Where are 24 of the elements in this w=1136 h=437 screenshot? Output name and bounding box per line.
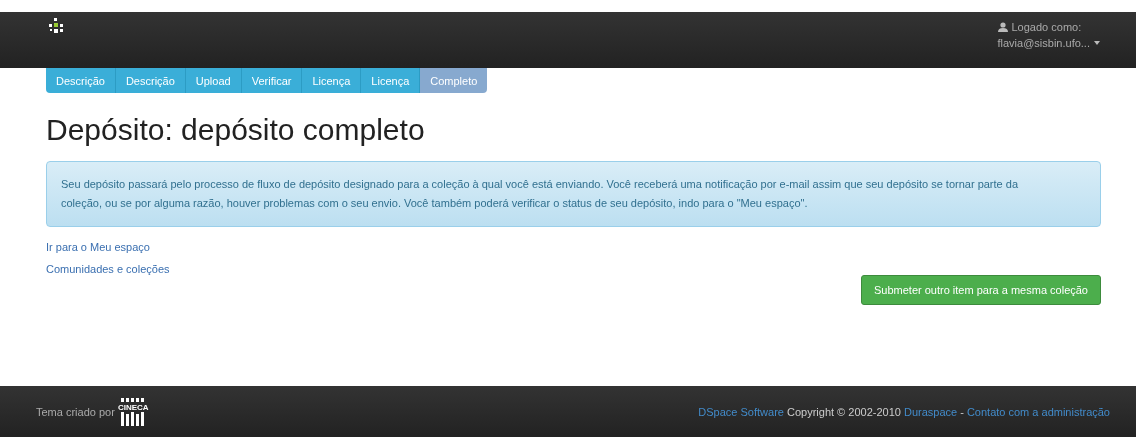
copyright-text: DSpace Software Copyright © 2002-2010 Duraspace - Contato com a administração bbox=[698, 405, 1110, 418]
theme-credit: Tema criado por bbox=[36, 405, 115, 418]
cineca-logo: CINECA bbox=[117, 397, 149, 426]
caret-icon bbox=[1094, 41, 1100, 45]
username: flavia@sisbin.ufo... bbox=[997, 36, 1090, 51]
dspace-link[interactable]: DSpace Software bbox=[698, 405, 784, 418]
page-title: Depósito: depósito completo bbox=[46, 113, 426, 147]
user-menu[interactable]: Logado como: flavia@sisbin.ufo... bbox=[997, 19, 1100, 51]
contact-link[interactable]: Contato com a administração bbox=[966, 405, 1110, 418]
nav-link[interactable]: Comunidades e coleções bbox=[46, 263, 1101, 275]
step-tab[interactable]: Licença bbox=[361, 68, 421, 93]
user-icon bbox=[997, 22, 1008, 32]
login-label: Logado como: bbox=[1011, 20, 1082, 35]
submit-button[interactable]: Submeter outro item para a mesma coleção bbox=[861, 275, 1101, 305]
duraspace-link[interactable]: Duraspace bbox=[903, 405, 958, 418]
info-alert: Seu depósito passará pelo processo de fluxo de depósito designado para a coleção à qual você está enviando. Você receberá uma notificação por e-mail assim que seu depósito se tornar parte da coleção, ou se por alguma razão, houver problemas com o seu envio. Você também poderá verificar o status de seu depósito, indo para o "Meu espaço". bbox=[46, 161, 1101, 227]
step-tab[interactable]: Descrição bbox=[115, 68, 186, 93]
step-tab[interactable]: Upload bbox=[185, 68, 242, 93]
step-tab[interactable]: Verificar bbox=[241, 68, 303, 93]
step-tab[interactable]: Descrição bbox=[46, 68, 116, 93]
nav-link[interactable]: Ir para o Meu espaço bbox=[46, 241, 1101, 253]
step-tab[interactable]: Completo bbox=[420, 68, 488, 93]
logo-icon[interactable] bbox=[48, 18, 64, 34]
step-tab[interactable]: Licença bbox=[302, 68, 362, 93]
